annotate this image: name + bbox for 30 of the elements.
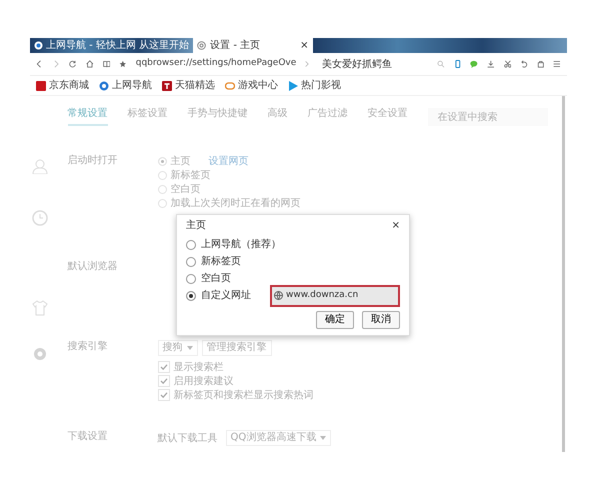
browser-tab[interactable]: 上网导航 - 轻快上网 从这里开始 (30, 38, 194, 53)
field-label: 默认下载工具 (158, 432, 218, 444)
close-button[interactable]: × (392, 220, 400, 232)
checkbox-label: 启用搜索建议 (174, 374, 234, 388)
section-title: 默认浏览器 (66, 260, 119, 274)
option-label: 新标签页 (170, 168, 211, 182)
dialog-title: 主页 (186, 220, 206, 232)
close-tab-button[interactable]: × (300, 38, 309, 53)
option-label: 空白页 (201, 272, 231, 284)
bookmark-link[interactable]: 天猫精选 (175, 78, 215, 93)
option-label: 主页 (170, 154, 191, 168)
address-field[interactable]: qqbrowser://settings/homePageOve (136, 57, 296, 71)
bookmark-link[interactable]: 热门影视 (301, 78, 341, 93)
settings-search-field[interactable]: 在设置中搜索 (428, 108, 548, 126)
bookmark-link[interactable]: 游戏中心 (238, 78, 278, 93)
dialog-button[interactable]: 确定 (316, 311, 354, 329)
section-title: 下载设置 (66, 430, 109, 444)
option-label: 自定义网址 (201, 290, 251, 302)
checkbox-label: 显示搜索栏 (174, 360, 224, 374)
dialog-button[interactable]: 取消 (362, 311, 400, 329)
checkbox-label: 新标签页和搜索栏显示搜索热词 (174, 388, 314, 402)
url-field[interactable]: www.downza.cn (270, 284, 400, 306)
bookmark-link[interactable]: 京东商城 (49, 78, 89, 93)
option-label: 空白页 (170, 182, 201, 196)
section-title: 搜索引擎 (66, 340, 109, 354)
option-label: 新标签页 (201, 256, 241, 268)
option-label: 加载上次关闭时正在看的网页 (170, 196, 301, 210)
bookmark-link[interactable]: 上网导航 (112, 78, 152, 93)
section-title: 启动时打开 (66, 154, 119, 168)
option-label: 上网导航（推荐） (201, 238, 281, 250)
